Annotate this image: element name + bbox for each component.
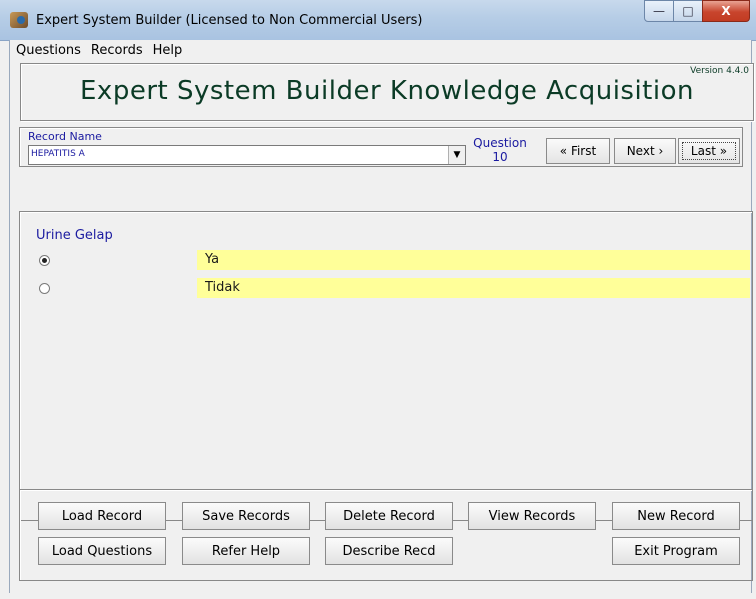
banner: Version 4.4.0 Expert System Builder Know…: [20, 63, 754, 121]
next-button[interactable]: Next ›: [614, 138, 676, 164]
load-questions-button[interactable]: Load Questions: [38, 537, 166, 565]
window-controls: — □ X: [644, 0, 750, 22]
menu-bar: Questions Records Help: [10, 40, 751, 60]
action-button-panel: Load Record Save Records Delete Record V…: [19, 489, 753, 581]
maximize-button[interactable]: □: [673, 0, 703, 22]
menu-questions[interactable]: Questions: [12, 43, 85, 58]
view-records-button[interactable]: View Records: [468, 502, 596, 530]
question-label: Question: [473, 136, 527, 150]
question-number: 10: [492, 150, 508, 164]
menu-records[interactable]: Records: [87, 43, 147, 58]
close-button[interactable]: X: [702, 0, 750, 22]
new-record-button[interactable]: New Record: [612, 502, 740, 530]
option-label: Tidak: [205, 280, 240, 295]
banner-title: Expert System Builder Knowledge Acquisit…: [80, 76, 694, 106]
option-row: Tidak: [20, 278, 752, 298]
describe-record-button[interactable]: Describe Recd: [325, 537, 453, 565]
option-label: Ya: [205, 252, 220, 267]
record-name-combobox[interactable]: HEPATITIS A ▼: [28, 145, 466, 165]
version-label: Version 4.4.0: [690, 66, 749, 76]
record-name-label: Record Name: [28, 130, 102, 143]
dropdown-arrow-icon[interactable]: ▼: [448, 146, 465, 164]
refer-help-button[interactable]: Refer Help: [182, 537, 310, 565]
app-icon[interactable]: [10, 12, 28, 28]
title-bar: Expert System Builder (Licensed to Non C…: [0, 0, 756, 41]
record-navigation-panel: Record Name HEPATITIS A ▼ Question 10 « …: [19, 127, 743, 167]
option-row: Ya: [20, 250, 752, 270]
question-text: Urine Gelap: [36, 228, 113, 243]
question-counter: Question 10: [472, 136, 528, 164]
record-name-value: HEPATITIS A: [31, 149, 85, 159]
last-button[interactable]: Last »: [678, 138, 740, 164]
exit-program-button[interactable]: Exit Program: [612, 537, 740, 565]
option-field-tidak[interactable]: Tidak: [197, 278, 750, 298]
option-radio-ya[interactable]: [39, 255, 50, 266]
question-panel: Urine Gelap Ya Tidak: [19, 211, 753, 521]
option-field-ya[interactable]: Ya: [197, 250, 750, 270]
menu-help[interactable]: Help: [149, 43, 187, 58]
minimize-button[interactable]: —: [644, 0, 674, 22]
window-title: Expert System Builder (Licensed to Non C…: [36, 13, 423, 28]
option-radio-tidak[interactable]: [39, 283, 50, 294]
save-records-button[interactable]: Save Records: [182, 502, 310, 530]
delete-record-button[interactable]: Delete Record: [325, 502, 453, 530]
load-record-button[interactable]: Load Record: [38, 502, 166, 530]
first-button[interactable]: « First: [546, 138, 610, 164]
